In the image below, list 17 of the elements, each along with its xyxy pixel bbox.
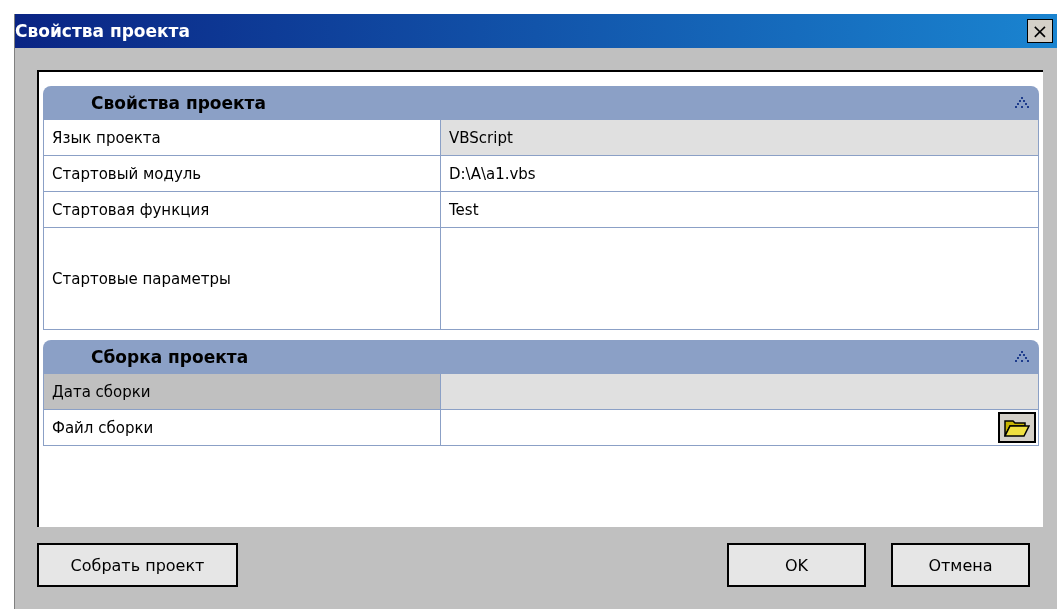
- property-value-field[interactable]: VBScript: [440, 120, 1038, 156]
- property-value-field[interactable]: [440, 228, 1038, 330]
- property-value-field[interactable]: Test: [440, 192, 1038, 228]
- property-value-field[interactable]: D:\A\a1.vbs: [440, 156, 1038, 192]
- dialog-button[interactable]: Отмена: [891, 543, 1030, 587]
- section-title: Сборка проекта: [91, 347, 250, 367]
- window-title: Свойства проекта: [15, 21, 191, 41]
- browse-button[interactable]: [998, 412, 1036, 443]
- section-title: Свойства проекта: [91, 93, 267, 113]
- collapse-icon[interactable]: [1015, 97, 1029, 109]
- property-value-field[interactable]: [440, 410, 1038, 446]
- collapse-icon[interactable]: [1015, 351, 1029, 363]
- folder-icon: [1004, 418, 1030, 437]
- property-label: Дата сборки: [44, 374, 440, 410]
- close-button[interactable]: ×: [1027, 19, 1053, 43]
- dialog-button[interactable]: Собрать проект: [37, 543, 238, 587]
- dialog-button[interactable]: OK: [727, 543, 866, 587]
